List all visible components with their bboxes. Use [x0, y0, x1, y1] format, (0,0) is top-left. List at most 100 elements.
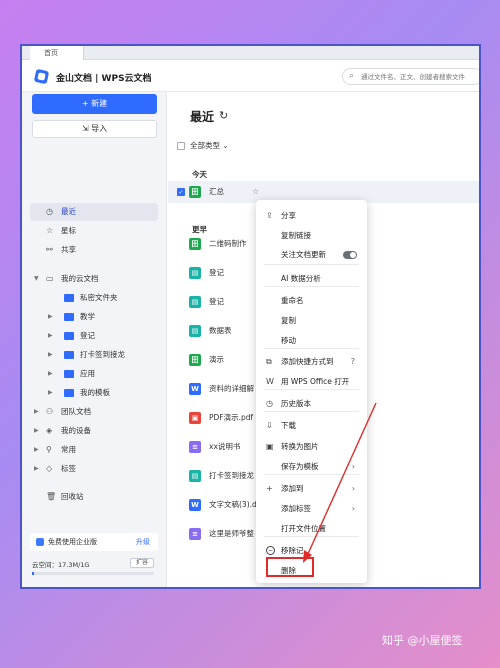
star-icon: ☆	[46, 226, 54, 235]
list-item[interactable]: 田 汇总	[189, 183, 259, 201]
context-menu-label: AI 数据分析	[281, 274, 321, 283]
caret-right-icon[interactable]: ▶	[48, 327, 53, 345]
context-menu-item[interactable]: ⧉ 添加快捷方式到?	[256, 353, 367, 371]
context-menu-item[interactable]: 关注文档更新	[256, 246, 367, 264]
expand-storage-button[interactable]: 扩容	[130, 558, 154, 568]
type-filter-label: 全部类型	[190, 141, 220, 150]
menu-divider	[264, 411, 359, 412]
form-icon: ▤	[189, 470, 201, 482]
sidebar-item-label: 我的模板	[80, 388, 110, 397]
browser-tab[interactable]: 首页	[30, 46, 84, 60]
list-item[interactable]: W 资料的详细解	[189, 380, 259, 398]
sidebar-item-folder[interactable]: ▶ 我的模板	[30, 384, 158, 402]
list-item[interactable]: ▤ 数据表	[189, 322, 259, 340]
context-menu-label: 打开文件位置	[281, 524, 326, 533]
sidebar-item-my-devices[interactable]: ▶ ◈ 我的设备	[30, 422, 158, 440]
browser-tab-bar: 首页	[22, 46, 479, 60]
select-all-checkbox[interactable]	[177, 142, 185, 150]
search-input[interactable]	[361, 71, 479, 82]
sidebar-item-folder[interactable]: ▶ 打卡签到接龙	[30, 346, 158, 364]
sidebar-item-frequent[interactable]: ▶ ⚲ 常用	[30, 441, 158, 459]
context-menu-item[interactable]: 添加标签 ›	[256, 500, 367, 518]
caret-right-icon[interactable]: ▶	[48, 308, 53, 326]
sidebar-item-shared[interactable]: ⚯ 共享	[30, 241, 158, 259]
sidebar-item-folder[interactable]: ▶ 教学	[30, 308, 158, 326]
sheet-icon: 田	[189, 238, 201, 250]
menu-divider	[264, 286, 359, 287]
file-name: 登记	[209, 268, 224, 277]
delete-highlight-box	[266, 557, 314, 577]
list-item[interactable]: ▣ PDF演示.pdf	[189, 409, 259, 427]
sidebar-item-my-cloud[interactable]: ▼ ▭ 我的云文档	[30, 270, 158, 288]
follow-toggle[interactable]	[343, 251, 357, 259]
caret-right-icon[interactable]: ▶	[34, 422, 39, 440]
context-menu-item[interactable]: ▣ 转换为图片	[256, 438, 367, 456]
type-filter[interactable]: 全部类型 ⌄	[190, 140, 229, 151]
sidebar-item-label: 回收站	[61, 492, 84, 501]
sidebar-item-folder[interactable]: ▶ 登记	[30, 327, 158, 345]
refresh-icon[interactable]: ↻	[219, 109, 228, 122]
sidebar-item-label: 共享	[61, 245, 76, 254]
caret-right-icon[interactable]: ▶	[34, 460, 39, 478]
list-item[interactable]: 田二维码制作	[189, 235, 259, 253]
folder-icon	[64, 389, 74, 397]
sidebar-item-team-docs[interactable]: ▶ ⚇ 团队文档	[30, 403, 158, 421]
list-item[interactable]: ≡ xx说明书	[189, 438, 259, 456]
file-name: 登记	[209, 297, 224, 306]
list-item[interactable]: ▤ 登记	[189, 293, 259, 311]
enterprise-promo[interactable]: 免费使用企业版 升级	[30, 533, 158, 551]
sidebar-item-tags[interactable]: ▶ ◇ 标签	[30, 460, 158, 478]
upgrade-link[interactable]: 升级	[136, 533, 150, 551]
caret-right-icon[interactable]: ▶	[48, 384, 53, 402]
storage-progress-fill	[32, 572, 35, 575]
row-checkbox[interactable]: ✓	[177, 188, 185, 196]
context-menu-label: 历史版本	[281, 399, 311, 408]
context-menu-label: 复制链接	[281, 231, 311, 240]
plus-icon: +	[266, 484, 273, 493]
sheet-icon: 田	[189, 354, 201, 366]
list-item[interactable]: W 文字文稿(3).d	[189, 496, 259, 514]
cloud-folder-icon: ▭	[46, 274, 54, 283]
form-icon: ▤	[189, 267, 201, 279]
search-box[interactable]: ⌕	[342, 68, 479, 85]
file-name: 这里是师爷整	[209, 529, 254, 538]
new-button[interactable]: + 新建	[32, 94, 157, 114]
clock-icon: ◷	[46, 207, 53, 216]
sidebar-item-label: 打卡签到接龙	[80, 350, 125, 359]
sidebar-item-trash[interactable]: 🗑 回收站	[30, 488, 158, 506]
import-button[interactable]: ⇲ 导入	[32, 120, 157, 138]
context-menu-label: 添加快捷方式到	[281, 357, 334, 366]
sidebar-item-recent[interactable]: ◷ 最近	[30, 203, 158, 221]
sidebar-item-label: 私密文件夹	[80, 293, 118, 302]
context-menu-label: 下载	[281, 421, 296, 430]
storage-label: 云空间：17.3M/1G	[32, 561, 90, 569]
folder-icon	[64, 332, 74, 340]
list-item[interactable]: ≡ 这里是师爷整	[189, 525, 259, 543]
menu-divider	[264, 536, 359, 537]
sidebar-item-starred[interactable]: ☆ 星标	[30, 222, 158, 240]
kdocs-logo-icon	[33, 68, 50, 85]
chevron-right-icon: ›	[351, 484, 355, 493]
context-menu-label: 用 WPS Office 打开	[281, 377, 350, 386]
list-item[interactable]: ▤ 打卡签到接龙	[189, 467, 259, 485]
context-menu-item[interactable]: 复制	[256, 312, 367, 330]
sidebar-item-label: 我的设备	[61, 426, 91, 435]
list-item[interactable]: ▤ 登记	[189, 264, 259, 282]
context-menu-item[interactable]: ⇩ 下载	[256, 417, 367, 435]
caret-right-icon[interactable]: ▶	[34, 403, 39, 421]
context-menu-item[interactable]: 复制链接	[256, 227, 367, 245]
caret-right-icon[interactable]: ▶	[34, 441, 39, 459]
sidebar-item-private-folder[interactable]: 私密文件夹	[30, 289, 158, 307]
list-item[interactable]: 田演示	[189, 351, 259, 369]
sidebar-item-folder[interactable]: ▶ 应用	[30, 365, 158, 383]
caret-right-icon[interactable]: ▶	[48, 346, 53, 364]
context-menu-item[interactable]: ⇪ 分享	[256, 207, 367, 225]
help-icon[interactable]: ?	[351, 353, 355, 371]
shortcut-icon: ⧉	[266, 357, 272, 366]
context-menu-item[interactable]: 重命名	[256, 292, 367, 310]
caret-down-icon[interactable]: ▼	[34, 270, 39, 288]
star-icon[interactable]: ☆	[252, 187, 259, 196]
sidebar-item-label: 我的云文档	[61, 274, 99, 283]
caret-right-icon[interactable]: ▶	[48, 365, 53, 383]
context-menu-item[interactable]: + 添加到 ›	[256, 480, 367, 498]
